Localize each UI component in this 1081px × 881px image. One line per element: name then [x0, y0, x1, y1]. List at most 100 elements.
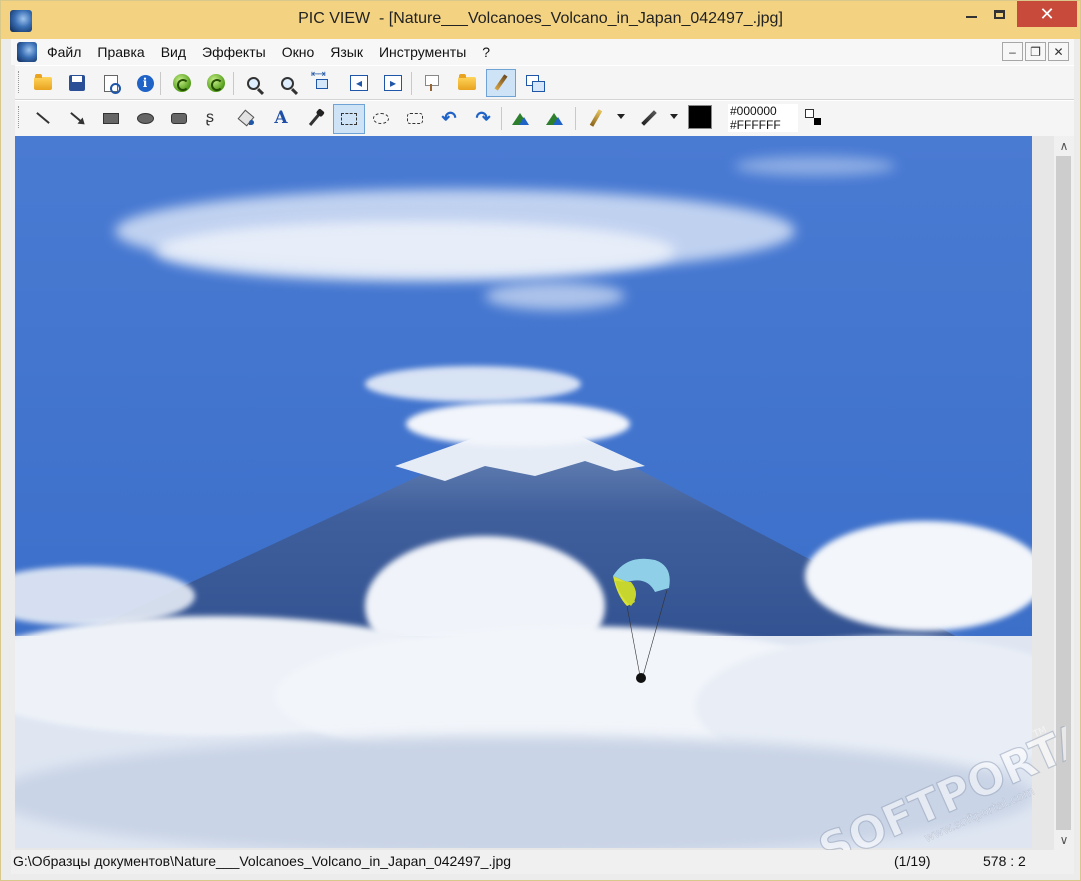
brush-button[interactable] — [637, 106, 661, 130]
toolbar-separator — [160, 72, 161, 95]
main-toolbar: i ◂ ▸ — [15, 65, 1074, 100]
pencil-dropdown-icon[interactable] — [617, 114, 625, 119]
undo-icon: ↶ — [441, 108, 457, 128]
menu-tools[interactable]: Инструменты — [379, 44, 474, 60]
line-tool-button[interactable] — [31, 106, 55, 130]
redo-button[interactable]: ↷ — [471, 106, 495, 130]
color-values: #000000 #FFFFFF — [728, 104, 798, 132]
maximize-button[interactable] — [976, 1, 1022, 27]
rectangle-tool-button[interactable] — [99, 106, 123, 130]
print-preview-button[interactable] — [99, 71, 123, 95]
pencil-button[interactable] — [584, 106, 608, 130]
info-icon: i — [136, 74, 154, 92]
color-picker-button[interactable] — [303, 106, 327, 130]
swap-colors-icon — [805, 109, 823, 127]
nav-left-button[interactable]: ◂ — [347, 71, 371, 95]
swap-colors-button[interactable] — [802, 106, 826, 130]
foreground-color-swatch[interactable] — [688, 105, 712, 129]
ellipse-icon — [136, 112, 154, 124]
nav-right-icon: ▸ — [384, 75, 402, 91]
ellipse-tool-button[interactable] — [133, 106, 157, 130]
undo-button[interactable]: ↶ — [437, 106, 461, 130]
save-button[interactable] — [65, 71, 89, 95]
volcano-photo[interactable] — [15, 136, 1032, 848]
windows-button[interactable] — [523, 71, 547, 95]
status-bar: G:\Образцы документов\Nature___Volcanoes… — [11, 850, 1074, 874]
menu-edit[interactable]: Правка — [97, 44, 152, 60]
mdi-close-button[interactable]: ✕ — [1048, 42, 1069, 61]
toolbar-separator — [501, 107, 502, 130]
menu-help[interactable]: ? — [482, 44, 498, 60]
menu-items: Файл Правка Вид Эффекты Окно Язык Инстру… — [47, 39, 506, 65]
arrow-tool-button[interactable] — [65, 106, 89, 130]
fit-width-icon — [311, 69, 330, 92]
menu-view[interactable]: Вид — [161, 44, 194, 60]
mdi-minimize-button[interactable]: – — [1002, 42, 1023, 61]
ellipse-select-button[interactable] — [369, 106, 393, 130]
prev-image-icon — [173, 74, 191, 92]
browse-folder-button[interactable] — [455, 71, 479, 95]
line-icon — [36, 112, 50, 124]
status-file-path: G:\Образцы документов\Nature___Volcanoes… — [13, 853, 512, 869]
blur-button[interactable] — [543, 106, 567, 130]
vertical-scrollbar[interactable]: ∧ ∨ — [1054, 136, 1074, 850]
scroll-thumb[interactable] — [1056, 156, 1071, 830]
info-button[interactable]: i — [133, 71, 157, 95]
text-tool-button[interactable]: A — [269, 106, 293, 130]
fit-width-button[interactable] — [309, 69, 333, 95]
close-button[interactable]: ✕ — [1017, 1, 1077, 27]
blur-icon — [546, 111, 564, 125]
photo-svg — [15, 136, 1032, 848]
rect-select-button[interactable] — [333, 104, 365, 134]
menu-file[interactable]: Файл — [47, 44, 89, 60]
rounded-select-button[interactable] — [403, 106, 427, 130]
next-image-icon — [207, 74, 225, 92]
brush-dropdown-icon[interactable] — [670, 114, 678, 119]
zoom-out-button[interactable] — [275, 71, 299, 95]
nav-right-button[interactable]: ▸ — [381, 71, 405, 95]
fill-bucket-icon — [238, 110, 256, 126]
next-image-button[interactable] — [204, 71, 228, 95]
document-system-menu-icon[interactable] — [17, 42, 37, 62]
sharpen-icon — [512, 111, 530, 125]
scroll-up-button[interactable]: ∧ — [1054, 136, 1074, 156]
image-viewport[interactable] — [15, 136, 1054, 850]
title-bar[interactable]: PIC VIEW - [Nature___Volcanoes_Volcano_i… — [1, 1, 1080, 39]
eyedropper-icon — [308, 110, 322, 126]
scroll-down-button[interactable]: ∨ — [1054, 830, 1074, 850]
toolbar-grip[interactable] — [18, 106, 22, 128]
curve-tool-button[interactable]: ʂ — [201, 106, 225, 130]
brush-icon — [641, 110, 657, 126]
nav-left-icon: ◂ — [350, 75, 368, 91]
mdi-restore-button[interactable]: ❐ — [1025, 42, 1046, 61]
zoom-in-button[interactable] — [241, 71, 265, 95]
zoom-in-icon — [246, 76, 260, 90]
slideshow-icon — [424, 75, 439, 91]
open-button[interactable] — [31, 71, 55, 95]
paint-tools-button[interactable] — [486, 69, 516, 97]
drawing-toolbar: ʂ A ↶ ↷ #000000 #FFFFFF — [15, 100, 1074, 137]
arrow-icon — [70, 112, 84, 124]
curve-icon: ʂ — [206, 109, 214, 126]
paint-tools-icon — [492, 74, 510, 92]
fill-tool-button[interactable] — [235, 106, 259, 130]
toolbar-grip[interactable] — [18, 71, 22, 93]
open-folder-icon — [34, 73, 52, 90]
menu-language[interactable]: Язык — [330, 44, 371, 60]
menu-effects[interactable]: Эффекты — [202, 44, 274, 60]
toolbar-separator — [575, 107, 576, 130]
rounded-rect-tool-button[interactable] — [167, 106, 191, 130]
pencil-icon — [589, 109, 603, 127]
zoom-out-icon — [280, 76, 294, 90]
minimize-icon — [965, 16, 977, 18]
prev-image-button[interactable] — [170, 71, 194, 95]
window-title: PIC VIEW - [Nature___Volcanoes_Volcano_i… — [298, 10, 783, 27]
text-icon: A — [274, 108, 288, 128]
maximize-icon — [993, 9, 1005, 19]
rounded-rectangle-icon — [171, 112, 187, 124]
slideshow-button[interactable] — [419, 71, 443, 95]
rect-select-icon — [341, 113, 357, 125]
toolbar-separator — [411, 72, 412, 95]
sharpen-button[interactable] — [509, 106, 533, 130]
menu-window[interactable]: Окно — [282, 44, 323, 60]
